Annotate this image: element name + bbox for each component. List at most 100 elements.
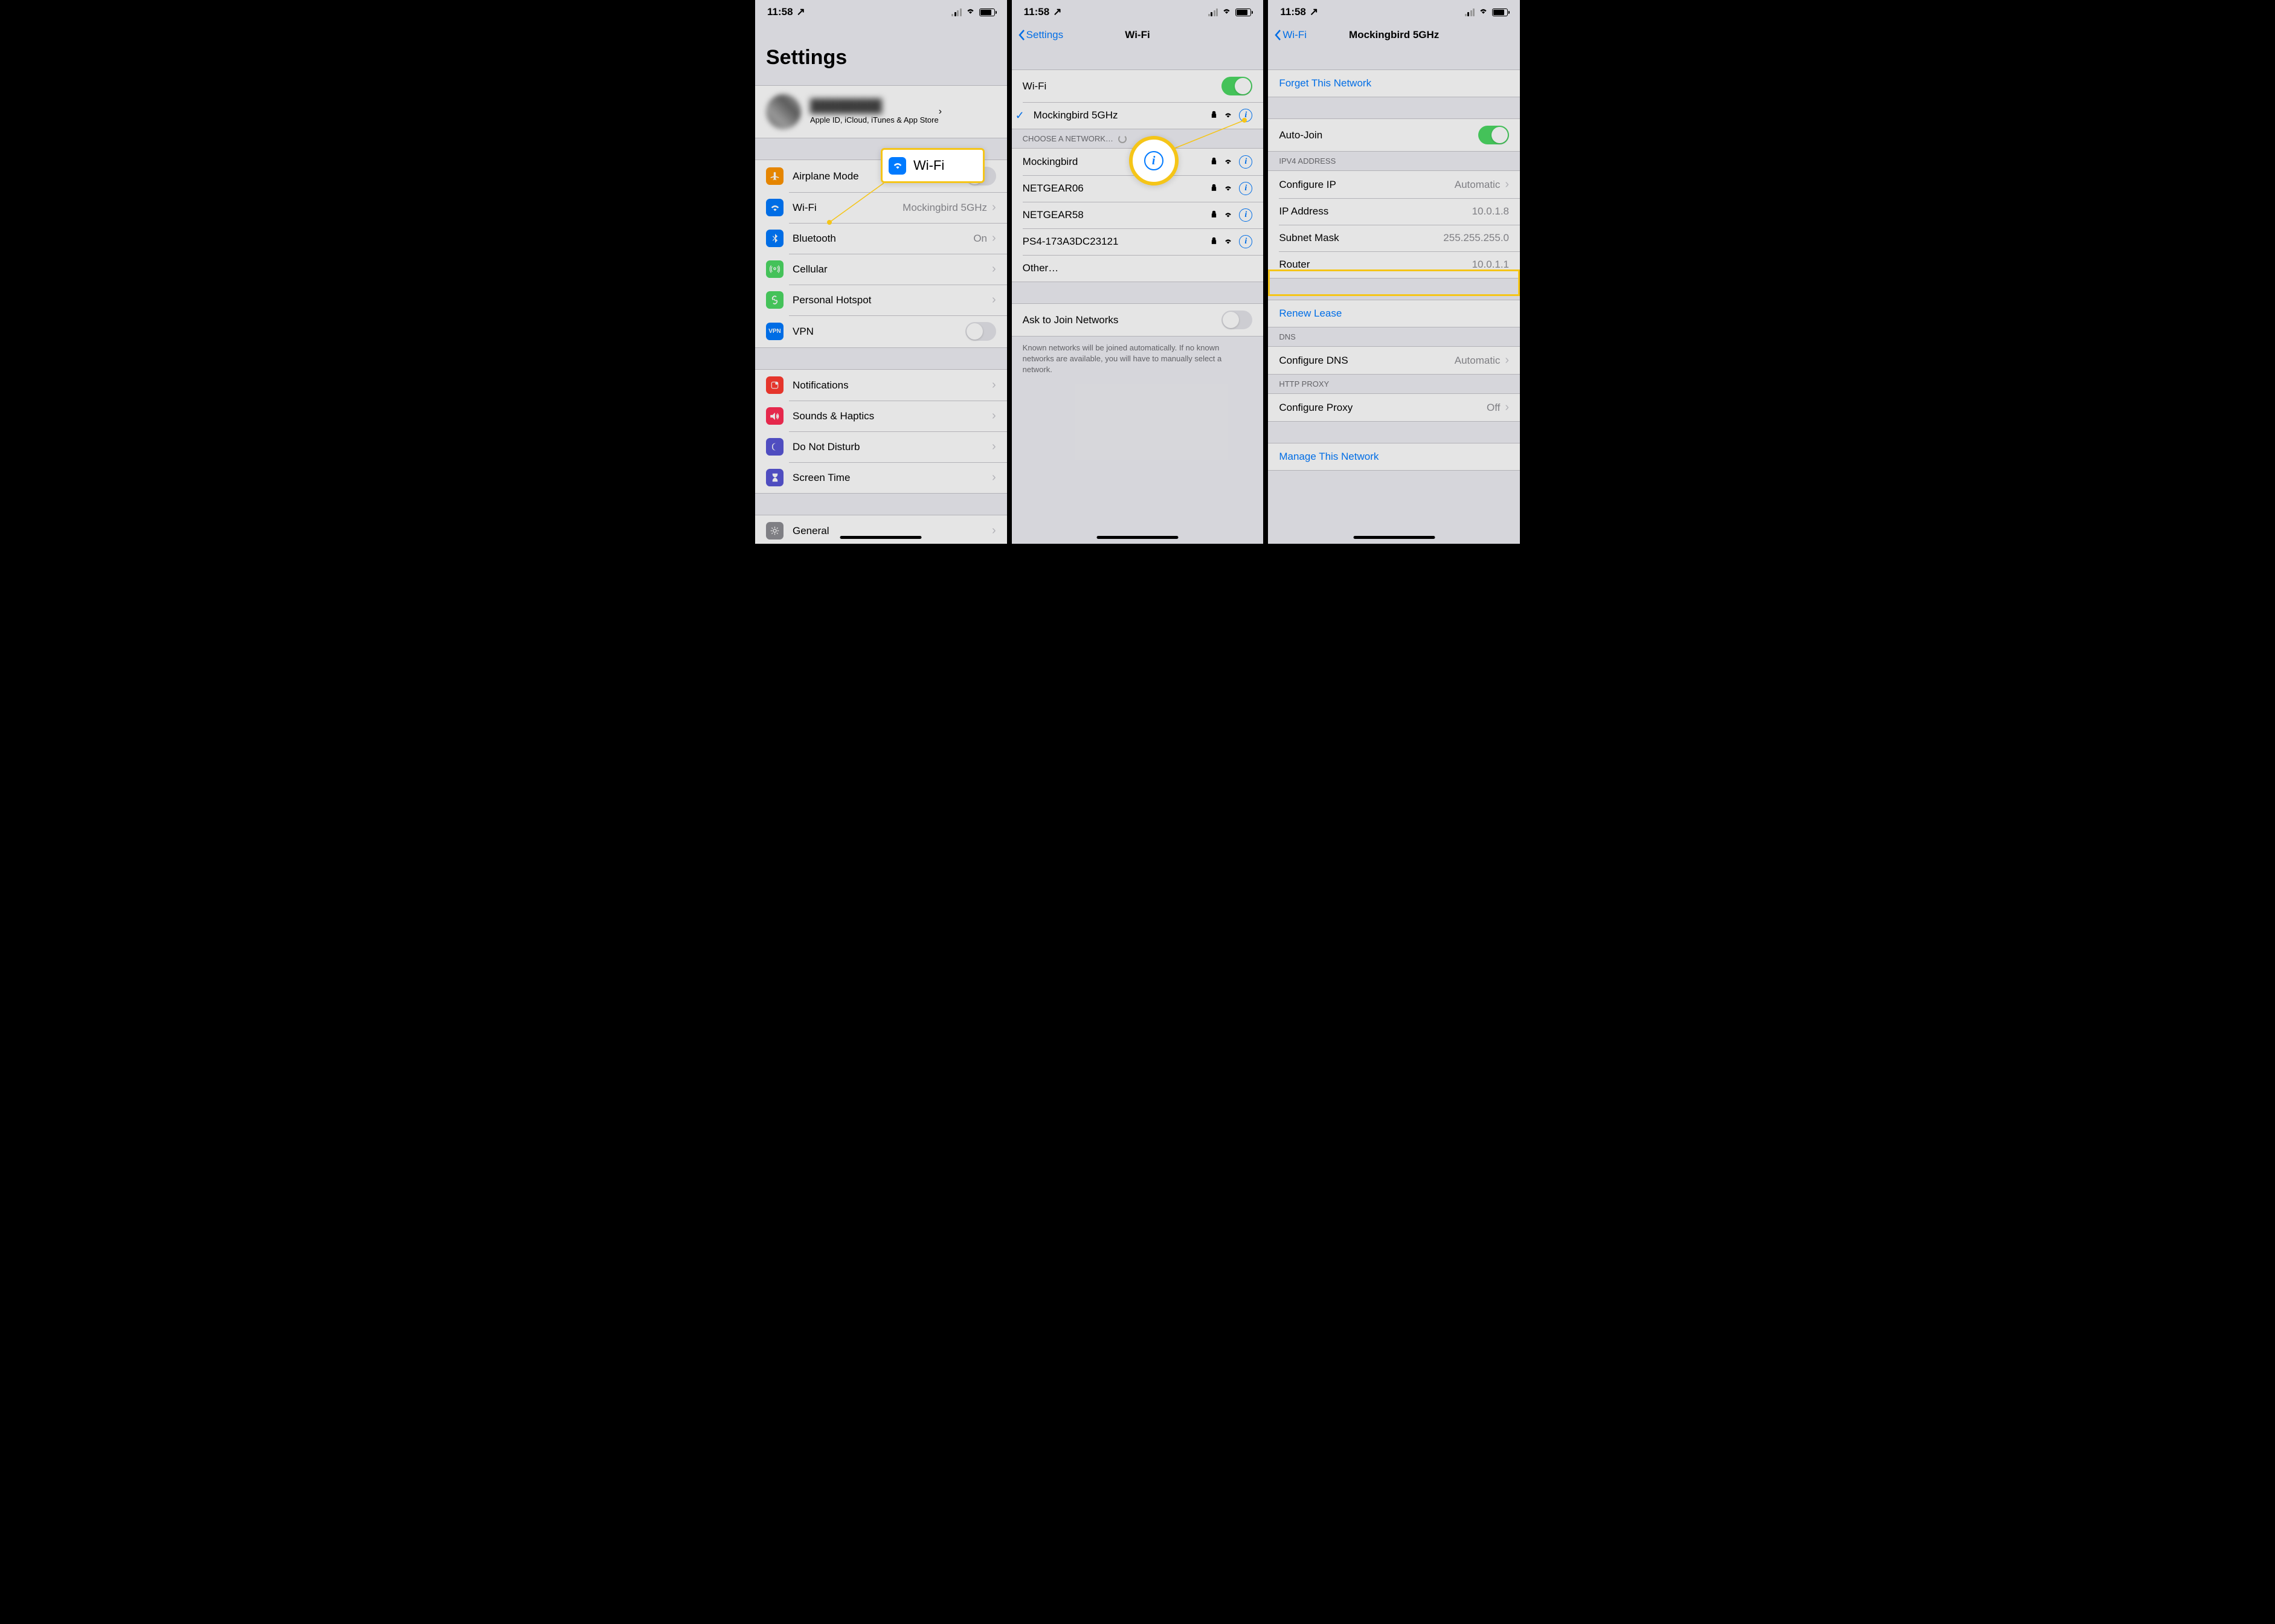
bluetooth-icon xyxy=(766,230,784,247)
wifi-screen: 11:58↗ Settings Wi-Fi Wi-Fi ✓ Mockingbir… xyxy=(1012,0,1264,544)
nav-bar: Settings Wi-Fi xyxy=(1012,22,1264,48)
home-indicator[interactable] xyxy=(1097,536,1179,539)
wifi-icon xyxy=(1223,182,1233,195)
row-vpn: VPNVPN xyxy=(755,315,1007,347)
chevron-right-icon: › xyxy=(992,201,996,214)
wifi-icon xyxy=(889,157,906,175)
chevron-right-icon: › xyxy=(939,106,942,117)
back-button[interactable]: Settings xyxy=(1018,29,1063,41)
row-notifications[interactable]: Notifications› xyxy=(755,370,1007,401)
moon-icon xyxy=(766,438,784,456)
row-ip-address: IP Address10.0.1.8 xyxy=(1268,198,1520,225)
lock-icon xyxy=(1211,156,1217,168)
profile-name: ████████ xyxy=(810,99,939,114)
wifi-icon xyxy=(1223,209,1233,221)
wifi-toggle-row: Wi-Fi xyxy=(1012,70,1264,102)
page-title: Settings xyxy=(755,22,1007,74)
home-indicator[interactable] xyxy=(840,536,922,539)
callout-connector xyxy=(1172,115,1250,152)
wifi-icon xyxy=(1223,156,1233,168)
row-personal-hotspot[interactable]: Personal Hotspot› xyxy=(755,285,1007,315)
ipv4-header: IPV4 ADDRESS xyxy=(1268,152,1520,170)
info-icon: i xyxy=(1144,151,1163,170)
link-icon xyxy=(766,291,784,309)
configure-dns-row[interactable]: Configure DNSAutomatic› xyxy=(1268,347,1520,374)
chevron-right-icon: › xyxy=(992,231,996,245)
settings-screen: 11:58↗ Settings ████████ Apple ID, iClou… xyxy=(755,0,1007,544)
lock-icon xyxy=(1211,236,1217,248)
row-bluetooth[interactable]: BluetoothOn› xyxy=(755,223,1007,254)
chevron-right-icon: › xyxy=(992,262,996,276)
antenna-icon xyxy=(766,260,784,278)
battery-icon xyxy=(979,8,995,16)
chevron-right-icon: › xyxy=(1505,178,1509,192)
network-row[interactable]: PS4-173A3DC23121i xyxy=(1012,228,1264,255)
callout-connector xyxy=(826,181,887,227)
lock-icon xyxy=(1211,209,1217,221)
row-router: Router10.0.1.1 xyxy=(1268,251,1520,278)
notif-icon xyxy=(766,376,784,394)
airplane-icon xyxy=(766,167,784,185)
nav-title: Mockingbird 5GHz xyxy=(1349,29,1439,41)
callout-info: i xyxy=(1129,136,1179,185)
info-icon[interactable]: i xyxy=(1239,155,1252,169)
profile-subtitle: Apple ID, iCloud, iTunes & App Store xyxy=(810,115,939,124)
ask-to-join-toggle[interactable] xyxy=(1221,311,1252,329)
dns-header: DNS xyxy=(1268,327,1520,346)
hourglass-icon xyxy=(766,469,784,486)
vpn-icon: VPN xyxy=(766,323,784,340)
home-indicator[interactable] xyxy=(1353,536,1435,539)
nav-title: Wi-Fi xyxy=(1125,29,1150,41)
status-bar: 11:58↗ xyxy=(1268,0,1520,22)
chevron-right-icon: › xyxy=(992,471,996,485)
avatar xyxy=(766,94,801,129)
info-icon[interactable]: i xyxy=(1239,208,1252,222)
callout-label: Wi-Fi xyxy=(913,158,944,173)
chevron-right-icon: › xyxy=(992,524,996,538)
wifi-toggle[interactable] xyxy=(1221,77,1252,95)
location-arrow-icon: ↗ xyxy=(797,6,805,18)
wifi-icon xyxy=(766,199,784,216)
row-screen-time[interactable]: Screen Time› xyxy=(755,462,1007,493)
wifi-icon xyxy=(1223,236,1233,248)
status-bar: 11:58↗ xyxy=(755,0,1007,22)
row-do-not-disturb[interactable]: Do Not Disturb› xyxy=(755,431,1007,462)
row-configure-ip[interactable]: Configure IPAutomatic› xyxy=(1268,171,1520,198)
sound-icon xyxy=(766,407,784,425)
ask-to-join-row: Ask to Join Networks xyxy=(1012,304,1264,336)
info-icon[interactable]: i xyxy=(1239,235,1252,248)
row-subnet-mask: Subnet Mask255.255.255.0 xyxy=(1268,225,1520,251)
lock-icon xyxy=(1211,182,1217,195)
status-bar: 11:58↗ xyxy=(1012,0,1264,22)
ask-footer: Known networks will be joined automatica… xyxy=(1012,337,1264,382)
gear-icon xyxy=(766,522,784,540)
chevron-right-icon: › xyxy=(992,378,996,392)
other-network-row[interactable]: Other… xyxy=(1012,255,1264,282)
row-sounds-haptics[interactable]: Sounds & Haptics› xyxy=(755,401,1007,431)
network-row[interactable]: NETGEAR58i xyxy=(1012,202,1264,228)
chevron-right-icon: › xyxy=(1505,401,1509,414)
wifi-status-icon xyxy=(965,6,976,18)
manage-network-button[interactable]: Manage This Network xyxy=(1268,443,1520,470)
toggle[interactable] xyxy=(965,322,996,341)
chevron-left-icon xyxy=(1018,29,1025,41)
forget-network-button[interactable]: Forget This Network xyxy=(1268,70,1520,97)
row-general[interactable]: General› xyxy=(755,515,1007,544)
row-cellular[interactable]: Cellular› xyxy=(755,254,1007,285)
nav-bar: Wi-Fi Mockingbird 5GHz xyxy=(1268,22,1520,48)
signal-icon xyxy=(951,8,962,16)
apple-id-row[interactable]: ████████ Apple ID, iCloud, iTunes & App … xyxy=(755,85,1007,138)
chevron-right-icon: › xyxy=(1505,353,1509,367)
back-button[interactable]: Wi-Fi xyxy=(1274,29,1307,41)
proxy-header: HTTP PROXY xyxy=(1268,375,1520,393)
chevron-right-icon: › xyxy=(992,409,996,423)
auto-join-row: Auto-Join xyxy=(1268,119,1520,151)
configure-proxy-row[interactable]: Configure ProxyOff› xyxy=(1268,394,1520,421)
renew-lease-button[interactable]: Renew Lease xyxy=(1268,300,1520,327)
chevron-right-icon: › xyxy=(992,440,996,454)
chevron-right-icon: › xyxy=(992,293,996,307)
info-icon[interactable]: i xyxy=(1239,182,1252,195)
auto-join-toggle[interactable] xyxy=(1478,126,1509,144)
spinner-icon xyxy=(1118,135,1127,143)
network-detail-screen: 11:58↗ Wi-Fi Mockingbird 5GHz Forget Thi… xyxy=(1268,0,1520,544)
